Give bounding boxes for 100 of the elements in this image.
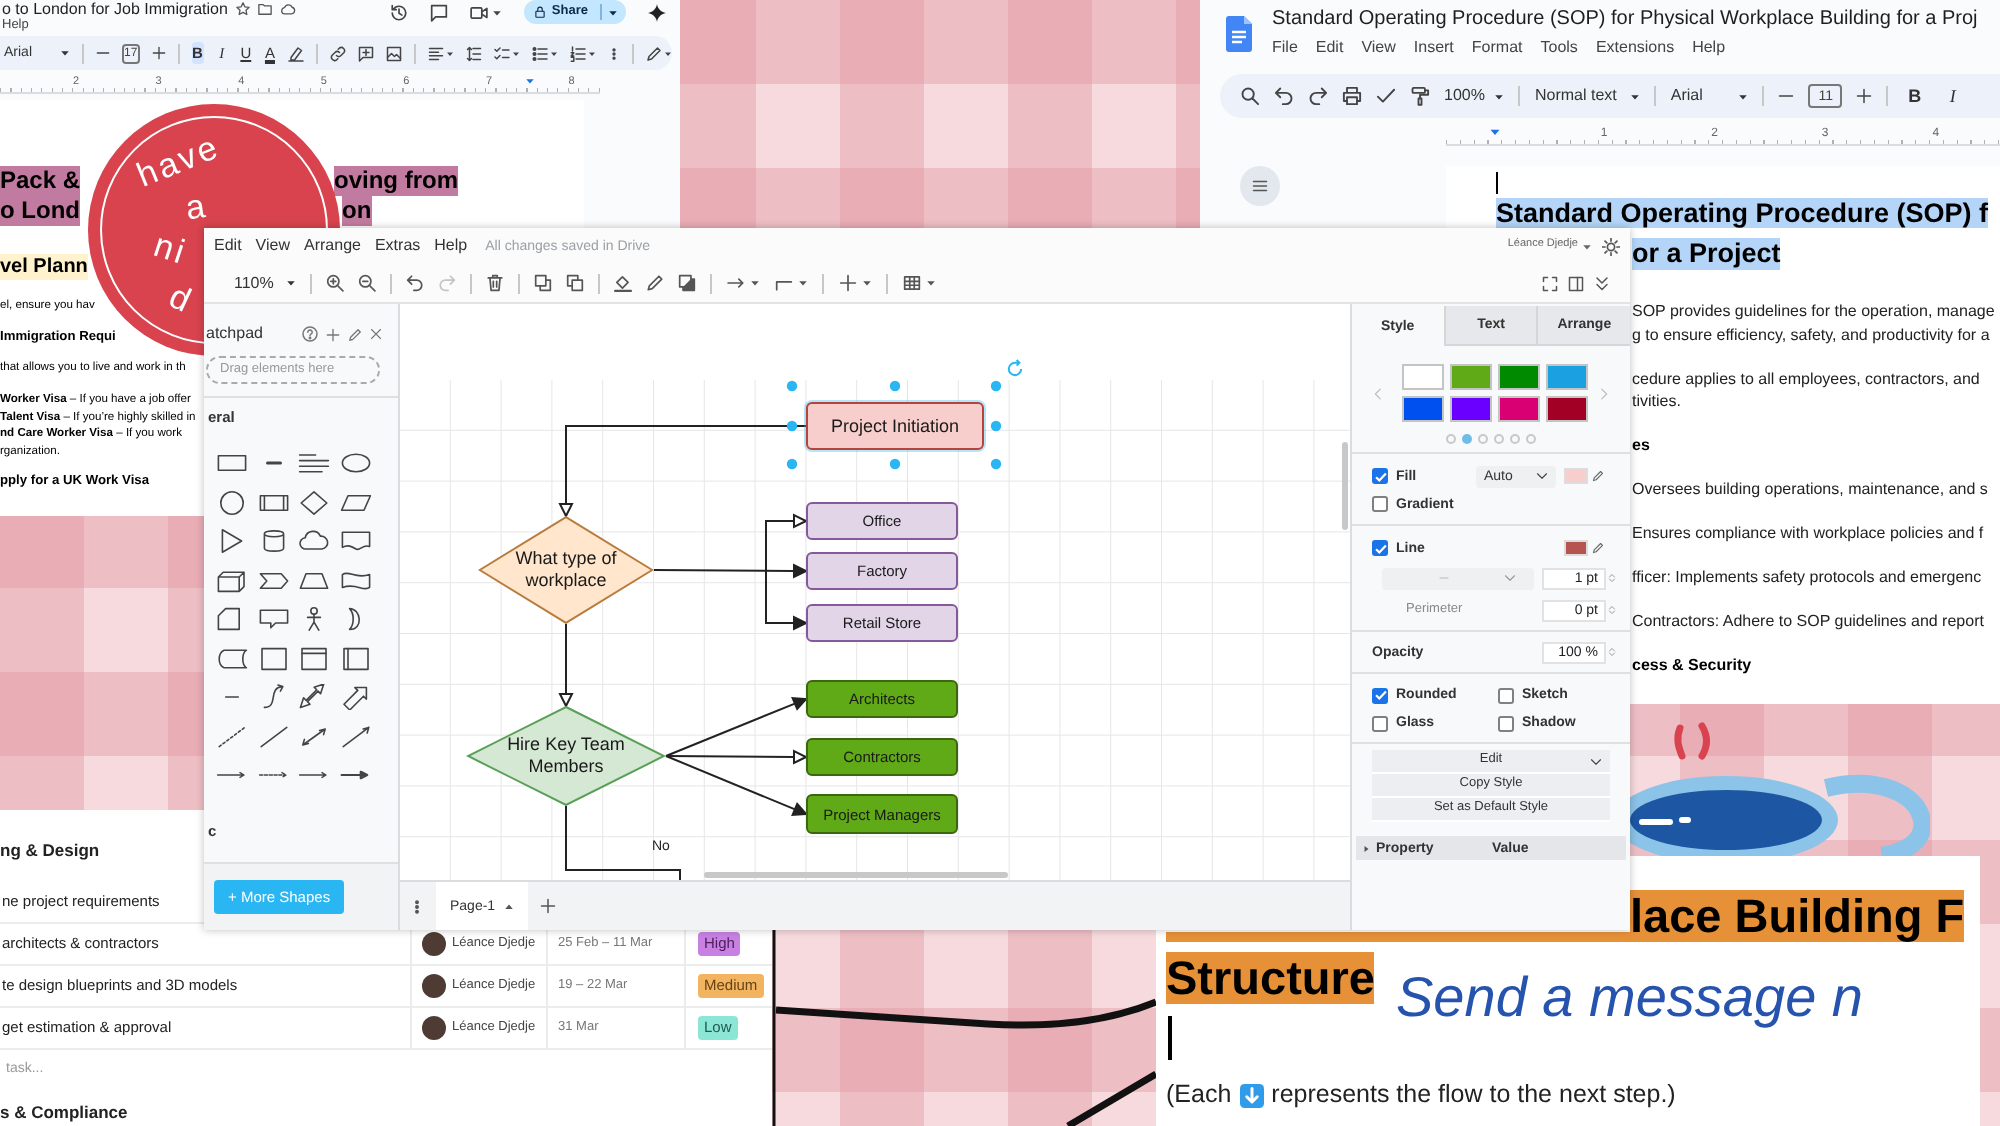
help-icon[interactable] [302,326,318,342]
caret-icon[interactable] [60,48,71,58]
text-block-shape-icon[interactable] [298,450,331,477]
scrollbar-thumb[interactable] [704,872,1008,878]
color-swatch[interactable] [1498,396,1540,422]
ellipse-shape-icon[interactable] [339,450,372,477]
caret-icon[interactable] [491,7,502,17]
document-logo-icon[interactable] [1226,16,1252,52]
callout-shape-icon[interactable] [257,606,290,633]
lock-icon[interactable] [533,6,546,18]
color-swatch[interactable] [1450,396,1492,422]
color-swatch[interactable] [1498,364,1540,390]
selection-handle[interactable] [889,458,901,470]
list-icon[interactable] [1252,178,1268,194]
style-select[interactable]: Normal text [1534,88,1641,104]
tape-shape-icon[interactable] [339,567,372,594]
caret-icon[interactable] [1582,241,1592,251]
line-spacing-icon[interactable] [466,45,483,61]
zoom-in-icon[interactable] [325,274,344,292]
line-icon[interactable] [257,723,290,750]
history-icon[interactable] [389,3,408,21]
delete-icon[interactable] [485,274,504,292]
indent-marker-icon[interactable] [524,76,536,86]
menu-item[interactable]: File [1272,38,1298,58]
image-icon[interactable] [386,45,403,61]
decision-node[interactable]: What type of workplace [478,516,654,624]
comment-icon[interactable] [429,3,448,21]
paint-roller-icon[interactable] [1410,86,1430,106]
selection-handle[interactable] [786,458,798,470]
rectangle-shape-icon[interactable] [216,450,249,477]
trapezoid-shape-icon[interactable] [298,567,331,594]
dotted-line-icon[interactable] [216,723,249,750]
checkbox[interactable] [1372,496,1388,512]
caret-icon[interactable] [503,901,514,911]
caret-icon[interactable] [550,49,559,57]
bulleted-list-icon[interactable] [532,45,549,61]
link-icon[interactable] [330,45,347,61]
menu-item[interactable]: Edit [214,238,242,254]
redo-icon[interactable] [1308,86,1328,106]
checkbox[interactable] [1372,715,1388,731]
caret-icon[interactable] [925,278,936,288]
close-icon[interactable] [370,328,382,340]
checklist-icon[interactable] [494,45,511,61]
selection-handle[interactable] [889,380,901,392]
framed-square-shape-icon[interactable] [339,645,372,672]
fill-color-swatch[interactable] [1564,468,1588,484]
cloud-icon[interactable] [279,2,296,16]
zoom-select[interactable]: 110% [234,275,296,291]
data-storage-shape-icon[interactable] [216,645,249,672]
diamond-shape-icon[interactable] [298,489,331,516]
color-swatch[interactable] [1546,396,1588,422]
caret-icon[interactable] [512,49,521,57]
selection-handle[interactable] [786,420,798,432]
caret-icon[interactable] [1494,91,1505,101]
menu-item[interactable]: Help [1692,38,1726,58]
circle-shape-icon[interactable] [216,489,249,516]
document-shape-icon[interactable] [339,528,372,555]
block-arrow-icon[interactable] [339,684,372,711]
video-icon[interactable] [469,3,488,21]
highlighter-icon[interactable] [288,45,305,61]
more-icon[interactable] [410,897,424,915]
two-way-arrow-icon[interactable] [298,723,331,750]
process-node[interactable]: Project Initiation [806,402,984,450]
caret-icon[interactable] [749,278,760,288]
caret-icon[interactable] [1738,91,1749,101]
decision-node[interactable]: Hire Key Team Members [466,706,666,806]
selection-handle[interactable] [786,380,798,392]
menu-item[interactable]: Edit [1315,38,1344,58]
checkbox[interactable] [1498,715,1514,731]
zoom-select[interactable]: 100% [1444,88,1505,104]
cube-shape-icon[interactable] [216,567,249,594]
plus-icon[interactable] [326,327,340,341]
color-swatch[interactable] [1546,364,1588,390]
parallelogram-shape-icon[interactable] [339,489,372,516]
caret-icon[interactable] [285,278,296,288]
caret-icon[interactable] [1630,91,1641,101]
menu-item[interactable]: Format [1471,38,1523,58]
color-swatch[interactable] [1402,364,1444,390]
undo-icon[interactable] [1274,86,1294,106]
format-button[interactable]: B [1902,84,1927,108]
paint-bucket-icon[interactable] [613,274,632,292]
pencil-icon[interactable] [1592,542,1604,554]
star-icon[interactable] [235,2,250,16]
plus-icon[interactable] [151,46,166,60]
caret-icon[interactable] [797,278,808,288]
print-icon[interactable] [1342,86,1362,106]
add-comment-icon[interactable] [358,45,375,61]
menu-item[interactable]: Help [434,238,468,254]
menu-item[interactable]: View [255,238,290,254]
rotate-handle-icon[interactable] [1007,359,1023,377]
check-icon[interactable] [1376,86,1396,106]
plus-icon[interactable] [837,274,858,292]
caret-icon[interactable] [446,49,455,57]
pencil-icon[interactable] [646,45,663,61]
step-shape-icon[interactable] [257,567,290,594]
selection-handle[interactable] [990,420,1002,432]
caret-icon[interactable] [608,7,618,17]
pencil-icon[interactable] [645,274,664,292]
add-page-icon[interactable] [539,898,556,914]
font-select[interactable]: Arial [1670,88,1749,104]
